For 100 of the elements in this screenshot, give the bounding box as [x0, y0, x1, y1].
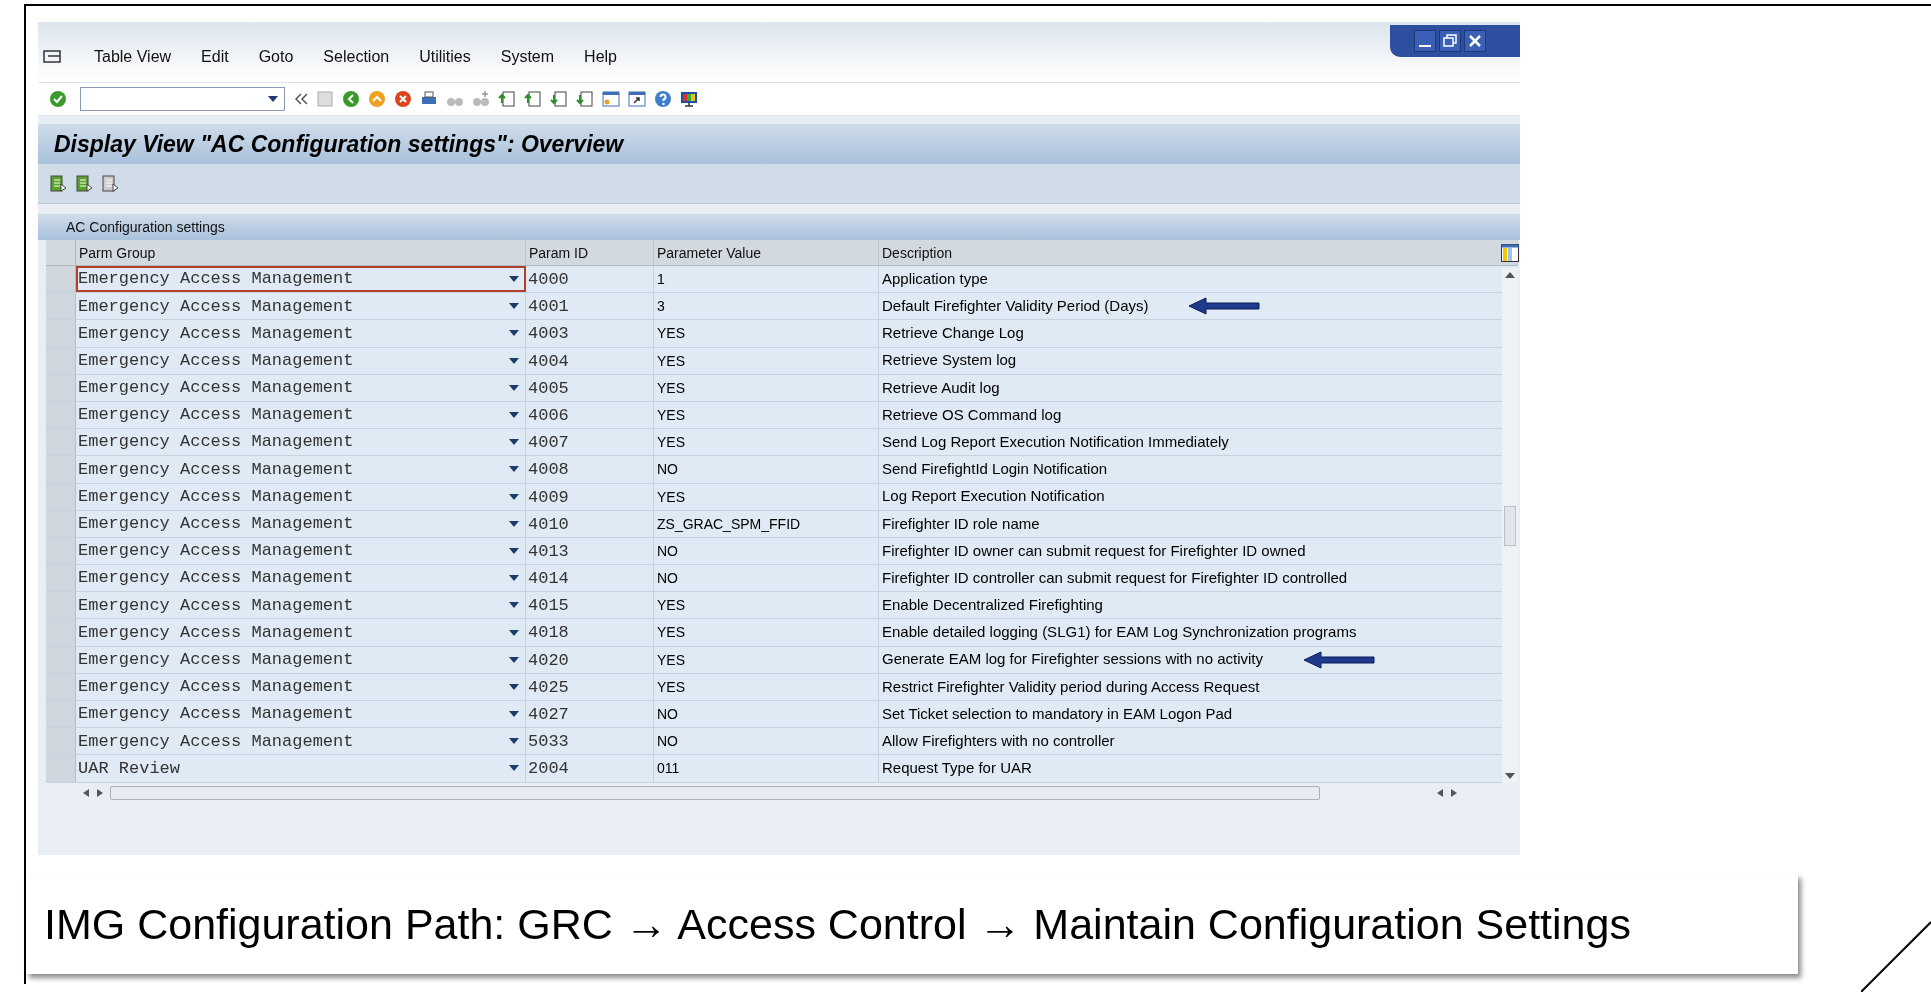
- dropdown-caret-icon: [509, 711, 519, 718]
- menu-item[interactable]: Help: [584, 45, 617, 69]
- exit-icon[interactable]: [367, 89, 387, 109]
- scroll-right-icon[interactable]: [1450, 788, 1458, 797]
- column-settings-icon[interactable]: [1501, 244, 1519, 262]
- parm-group-text: UAR Review: [77, 757, 181, 780]
- parm-group-cell[interactable]: Emergency Access Management: [76, 565, 526, 592]
- param-id-cell: 4014: [526, 565, 654, 592]
- back-icon[interactable]: [341, 89, 361, 109]
- parm-group-cell[interactable]: Emergency Access Management: [76, 429, 526, 456]
- last-page-icon[interactable]: [575, 89, 595, 109]
- parm-group-cell[interactable]: Emergency Access Management: [76, 619, 526, 646]
- param-id-cell: 4005: [526, 374, 654, 401]
- parameter-value-cell: 3: [654, 293, 879, 320]
- menu-item[interactable]: Table View: [94, 45, 172, 69]
- dropdown-caret-icon: [509, 357, 519, 364]
- minimize-icon[interactable]: [1414, 30, 1436, 52]
- dropdown-caret-icon: [509, 303, 519, 310]
- param-id-cell: 4013: [526, 537, 654, 565]
- cancel-icon[interactable]: [393, 89, 413, 109]
- binoculars-plus-icon[interactable]: [471, 89, 491, 109]
- restore-icon[interactable]: [1439, 30, 1461, 52]
- scroll-up-icon[interactable]: [1505, 272, 1515, 278]
- help-icon[interactable]: [653, 89, 673, 109]
- close-icon[interactable]: [1464, 30, 1486, 52]
- select-all-icon[interactable]: [48, 173, 68, 194]
- menu-item[interactable]: Selection: [323, 45, 390, 69]
- description-cell-text: Send FirefightId Login Notification: [882, 459, 1108, 480]
- parm-group-text: Emergency Access Management: [77, 540, 354, 563]
- dropdown-caret-icon: [509, 384, 519, 391]
- first-page-icon[interactable]: [497, 89, 517, 109]
- parm-group-cell[interactable]: Emergency Access Management: [76, 401, 526, 429]
- description-cell-text: Enable Decentralized Firefighting: [882, 595, 1103, 616]
- parm-group-cell[interactable]: Emergency Access Management: [76, 266, 526, 293]
- parm-group-cell[interactable]: Emergency Access Management: [76, 728, 526, 755]
- column-header[interactable]: Param ID: [526, 240, 654, 265]
- collapse-icon[interactable]: [295, 93, 309, 105]
- scroll-right-icon[interactable]: [96, 788, 104, 797]
- parameter-value-cell: YES: [654, 347, 879, 374]
- parm-group-cell[interactable]: Emergency Access Management: [76, 646, 526, 673]
- dropdown-caret-icon: [509, 738, 519, 745]
- deselect-all-icon[interactable]: [100, 173, 120, 194]
- description-cell-text: Retrieve OS Command log: [882, 404, 1062, 425]
- scroll-thumb[interactable]: [1504, 505, 1516, 546]
- parm-group-cell[interactable]: Emergency Access Management: [76, 456, 526, 483]
- parm-group-text: Emergency Access Management: [77, 703, 354, 726]
- parm-group-text: Emergency Access Management: [77, 485, 354, 508]
- scroll-down-icon[interactable]: [1505, 773, 1515, 779]
- dropdown-caret-icon: [509, 656, 519, 663]
- dropdown-caret-icon: [509, 412, 519, 419]
- param-id-cell: 4009: [526, 483, 654, 510]
- parm-group-text: Emergency Access Management: [77, 404, 354, 427]
- parm-group-cell[interactable]: Emergency Access Management: [76, 347, 526, 374]
- menu-item[interactable]: Edit: [201, 45, 229, 69]
- parm-group-text: Emergency Access Management: [77, 621, 354, 644]
- menu-item[interactable]: Goto: [258, 45, 294, 69]
- check-icon[interactable]: [48, 89, 68, 109]
- param-id-cell: 4001: [526, 293, 654, 320]
- parm-group-cell[interactable]: Emergency Access Management: [76, 701, 526, 728]
- menu-icon[interactable]: [42, 48, 64, 66]
- dropdown-caret-icon: [509, 547, 519, 554]
- vertical-scrollbar[interactable]: [1502, 268, 1518, 783]
- description-cell-text: Retrieve System log: [882, 350, 1017, 371]
- save-icon[interactable]: [315, 89, 335, 109]
- next-page-icon[interactable]: [549, 89, 569, 109]
- parm-group-cell[interactable]: Emergency Access Management: [76, 320, 526, 347]
- dropdown-caret-icon: [509, 629, 519, 636]
- slide-corner-line: [1861, 920, 1931, 992]
- scroll-left-icon[interactable]: [1436, 788, 1444, 797]
- parameter-value-cell: YES: [654, 619, 879, 646]
- new-window-icon[interactable]: [601, 89, 621, 109]
- column-header[interactable]: Parameter Value: [654, 240, 879, 265]
- parm-group-cell[interactable]: Emergency Access Management: [76, 293, 526, 320]
- scroll-thumb[interactable]: [110, 785, 1320, 800]
- command-field[interactable]: [80, 87, 285, 111]
- parm-group-cell[interactable]: Emergency Access Management: [76, 537, 526, 565]
- description-cell-text: Generate EAM log for Firefighter sessions with no activity: [882, 649, 1263, 670]
- parameter-value-cell: YES: [654, 401, 879, 429]
- description-cell-text: Request Type for UAR: [882, 758, 1032, 779]
- parm-group-cell[interactable]: Emergency Access Management: [76, 483, 526, 510]
- parm-group-cell[interactable]: Emergency Access Management: [76, 374, 526, 401]
- menu-item[interactable]: Utilities: [419, 45, 471, 69]
- parm-group-cell[interactable]: Emergency Access Management: [76, 673, 526, 700]
- parm-group-cell[interactable]: UAR Review: [76, 755, 526, 782]
- previous-page-icon[interactable]: [523, 89, 543, 109]
- scroll-left-icon[interactable]: [82, 788, 90, 797]
- description-cell-text: Firefighter ID owner can submit request for Firefighter ID owned: [882, 540, 1306, 561]
- parm-group-text: Emergency Access Management: [77, 730, 354, 753]
- parm-group-cell[interactable]: Emergency Access Management: [76, 592, 526, 619]
- monitor-icon[interactable]: [679, 89, 699, 109]
- dropdown-caret-icon: [509, 602, 519, 609]
- menu-item[interactable]: System: [500, 45, 555, 69]
- select-block-icon[interactable]: [74, 173, 94, 194]
- column-header[interactable]: Parm Group: [76, 240, 526, 265]
- description-cell-text: Restrict Firefighter Validity period during Access Request: [882, 676, 1260, 697]
- parm-group-cell[interactable]: Emergency Access Management: [76, 510, 526, 537]
- shortcut-icon[interactable]: [627, 89, 647, 109]
- param-id-cell: 4000: [526, 266, 654, 293]
- dropdown-caret-icon: [509, 765, 519, 772]
- parm-group-text: Emergency Access Management: [77, 268, 354, 291]
